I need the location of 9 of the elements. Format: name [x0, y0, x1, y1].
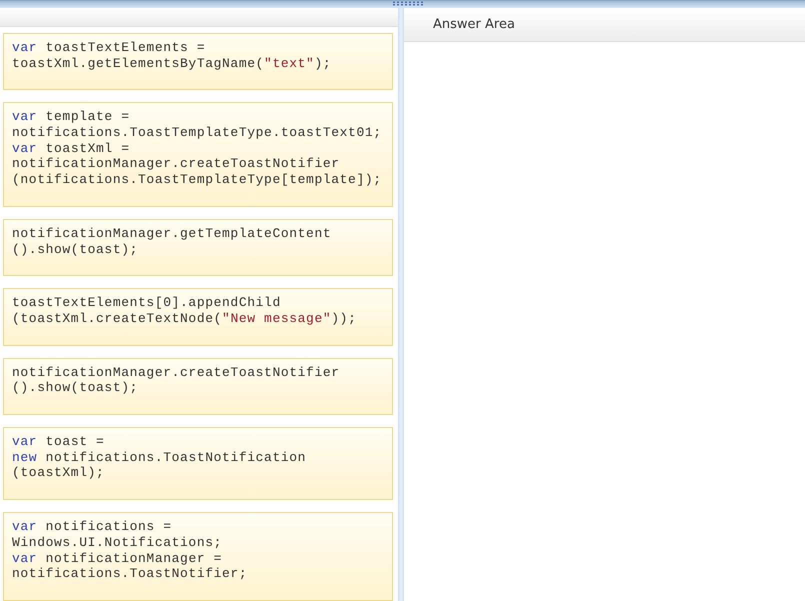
resize-grip-icon[interactable] [392, 1, 424, 6]
code-tile[interactable]: notificationManager.getTemplateContent ().show(toast); [3, 218, 393, 276]
code-tile[interactable]: var toast = new notifications.ToastNotification (toastXml); [3, 427, 393, 500]
code-tile[interactable]: var toastTextElements = toastXml.getElementsByTagName("text"); [3, 32, 393, 90]
code-tile[interactable]: notificationManager.createToastNotifier ().show(toast); [3, 358, 393, 416]
code-tile[interactable]: toastTextElements[0].appendChild (toastXml.createTextNode("New message")); [3, 288, 393, 346]
code-tile[interactable]: var template = notifications.ToastTemplateType.toastText01; var toastXml = notificationManager.createToastNotifier (notifications.ToastTemplateType[template]); [3, 102, 393, 207]
answer-area-title: Answer Area [433, 17, 515, 32]
code-tile[interactable]: var notifications = Windows.UI.Notifications; var notificationManager = notifications.ToastNotifier; [3, 512, 393, 601]
